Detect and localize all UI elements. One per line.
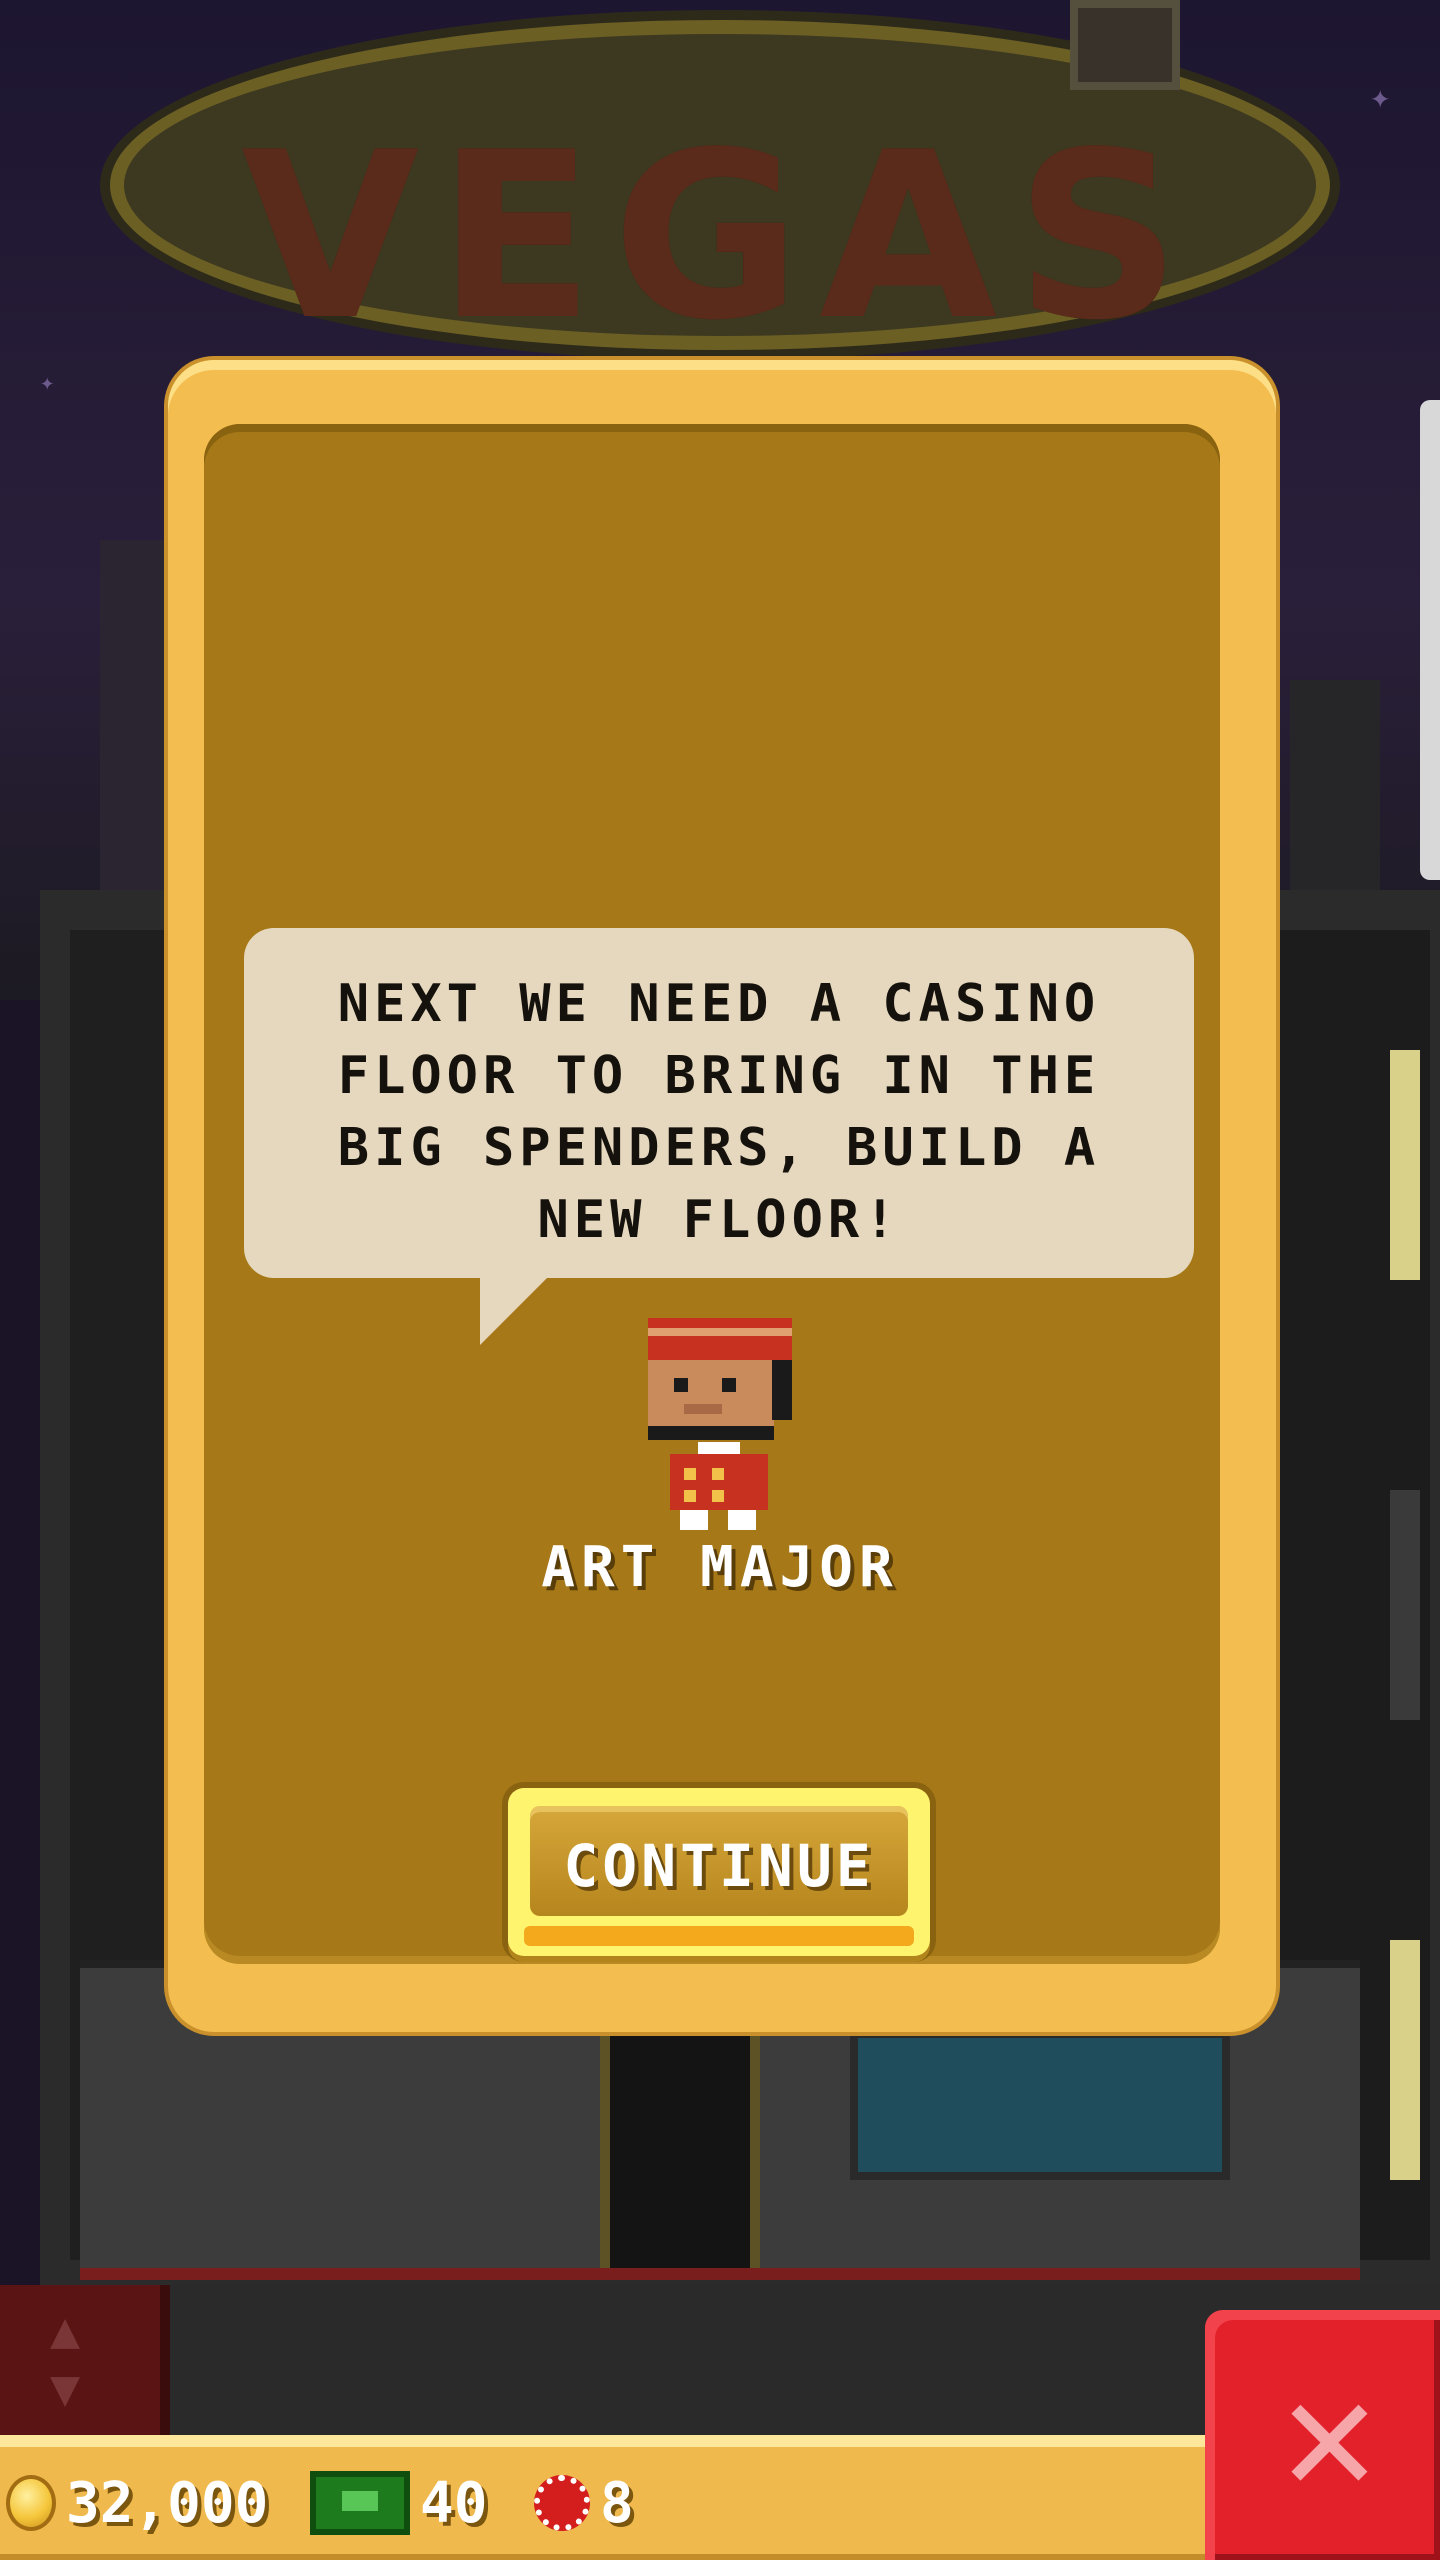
currency-status-bar: 32,000 40 8	[0, 2435, 1210, 2560]
up-arrow-icon: ▲	[50, 2301, 81, 2359]
coins-display: 32,000	[6, 2470, 269, 2536]
character-name: ART MAJOR	[541, 1535, 899, 1600]
elevator-button[interactable]: ▲ ▼	[0, 2285, 170, 2435]
bellhop-character-avatar	[644, 1318, 794, 1536]
continue-button-label: CONTINUE	[563, 1832, 875, 1900]
coins-value: 32,000	[66, 2470, 269, 2536]
down-arrow-icon: ▼	[50, 2359, 81, 2417]
coin-icon	[6, 2475, 56, 2531]
casino-chip-icon	[534, 2475, 590, 2531]
chips-display: 8	[534, 2470, 634, 2536]
sign-box	[1070, 0, 1180, 90]
bux-value: 40	[420, 2470, 488, 2536]
star-decoration: ✦	[1370, 77, 1391, 117]
speech-bubble: NEXT WE NEED A CASINO FLOOR TO BRING IN …	[244, 928, 1194, 1278]
continue-button-base	[524, 1926, 914, 1946]
lobby-aquarium	[850, 2030, 1230, 2180]
close-icon: ✕	[1275, 2369, 1384, 2521]
cash-icon	[310, 2471, 410, 2535]
speech-bubble-tail	[480, 1275, 550, 1345]
continue-button-face[interactable]: CONTINUE	[530, 1806, 908, 1916]
lobby-carpet	[80, 2268, 1360, 2280]
background-tower	[1290, 680, 1380, 900]
star-decoration: ✦	[40, 368, 55, 396]
lobby-door	[600, 2030, 760, 2280]
side-scroll-panel[interactable]	[1420, 400, 1440, 880]
dialog-message: NEXT WE NEED A CASINO FLOOR TO BRING IN …	[337, 974, 1101, 1250]
bux-display: 40	[310, 2470, 488, 2536]
close-button[interactable]: ✕	[1205, 2310, 1440, 2560]
chips-value: 8	[600, 2470, 634, 2536]
continue-button[interactable]: CONTINUE	[508, 1788, 930, 1956]
vegas-sign-text: VEGAS	[241, 104, 1199, 371]
